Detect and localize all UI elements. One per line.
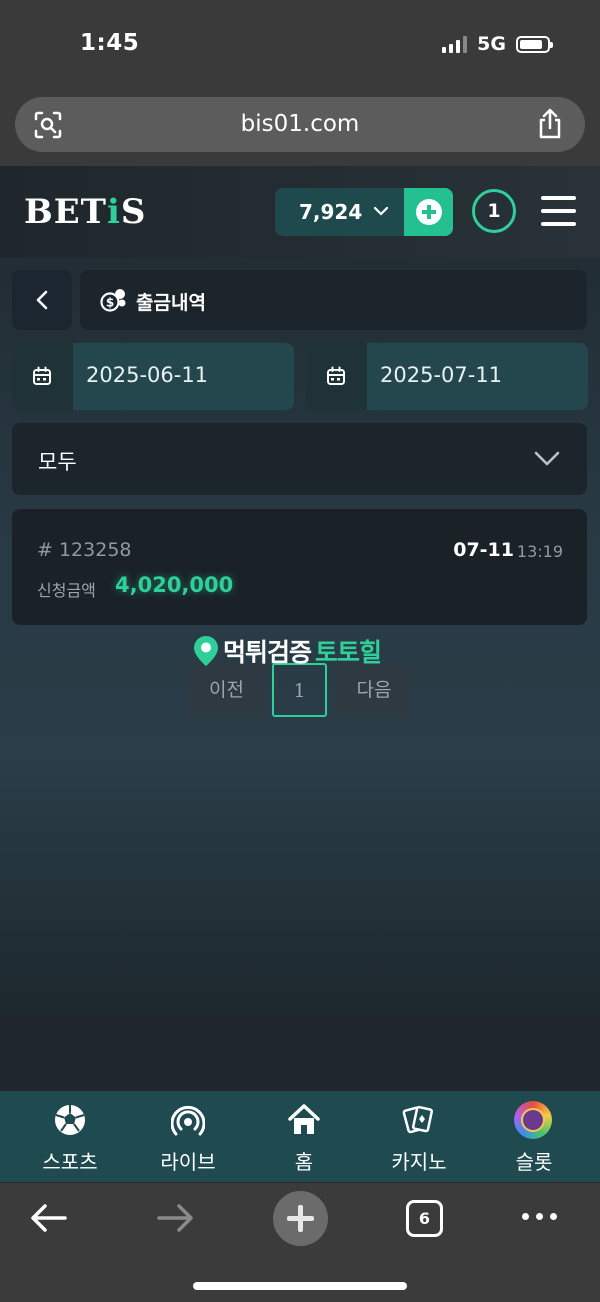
watermark-text: 먹튀검증	[223, 638, 312, 667]
site-header: BETiS 7,924 1	[0, 166, 600, 258]
browser-address-area: bis01.com	[0, 90, 600, 167]
status-icons: 5G	[442, 33, 553, 55]
svg-text:$: $	[106, 296, 114, 310]
back-arrow-icon[interactable]	[30, 1203, 68, 1233]
tabs-button[interactable]: 6	[406, 1200, 443, 1237]
nav-label: 홈	[294, 1150, 314, 1174]
nav-label: 카지노	[391, 1150, 447, 1174]
battery-icon	[516, 35, 553, 53]
calendar-icon	[33, 366, 51, 385]
calendar-button[interactable]	[12, 343, 73, 410]
deposit-button[interactable]	[404, 188, 453, 236]
slot-icon	[514, 1101, 552, 1139]
withdrawal-record[interactable]: # 123258 07-11 13:19 신청금액 4,020,000	[12, 509, 587, 625]
coins-icon: $	[100, 289, 126, 312]
start-date-field[interactable]: 2025-06-11	[12, 343, 294, 410]
amount-label: 신청금액	[37, 581, 96, 600]
nav-item-slots[interactable]: 슬롯	[474, 1091, 594, 1182]
plus-icon	[416, 199, 442, 225]
calendar-button[interactable]	[306, 343, 367, 410]
start-date-value: 2025-06-11	[86, 363, 209, 387]
brand-logo[interactable]: BETiS	[24, 192, 146, 232]
network-label: 5G	[477, 33, 506, 55]
browser-toolbar: 6	[0, 1182, 600, 1302]
status-filter-select[interactable]: 모두	[12, 423, 587, 495]
back-button[interactable]	[12, 270, 72, 330]
home-indicator	[193, 1282, 407, 1290]
chevron-down-icon	[373, 206, 389, 216]
end-date-field[interactable]: 2025-07-11	[306, 343, 588, 410]
page-footer-space	[0, 1018, 600, 1091]
status-time: 1:45	[80, 30, 140, 56]
nav-label: 스포츠	[42, 1150, 98, 1174]
current-page-button[interactable]: 1	[272, 663, 327, 717]
home-icon	[288, 1104, 320, 1134]
more-icon[interactable]	[522, 1213, 557, 1220]
signal-icon	[442, 35, 468, 53]
next-page-button[interactable]: 다음	[336, 663, 412, 717]
cards-icon	[402, 1105, 433, 1134]
nav-label: 라이브	[160, 1150, 216, 1174]
record-id: # 123258	[37, 539, 132, 561]
record-amount: 4,020,000	[115, 573, 234, 597]
nav-item-home[interactable]: 홈	[244, 1091, 364, 1182]
nav-item-casino[interactable]: 카지노	[359, 1091, 479, 1182]
soccer-ball-icon	[55, 1105, 85, 1135]
page-title-bar: $ 출금내역	[80, 270, 587, 330]
nav-item-sports[interactable]: 스포츠	[10, 1091, 130, 1182]
record-date: 07-11	[453, 539, 514, 561]
page-title: 출금내역	[136, 292, 206, 314]
calendar-icon	[327, 366, 345, 385]
watermark: 먹튀검증 토토힐	[193, 633, 382, 669]
hamburger-menu-icon[interactable]	[541, 196, 576, 226]
prev-page-button[interactable]: 이전	[188, 663, 265, 717]
map-pin-icon	[194, 636, 218, 666]
balance-value: 7,924	[299, 200, 363, 224]
chevron-down-icon	[534, 451, 560, 466]
watermark-brand: 토토힐	[315, 638, 382, 667]
chevron-left-icon	[36, 290, 48, 310]
url-text[interactable]: bis01.com	[15, 111, 585, 137]
balance-dropdown[interactable]: 7,924	[275, 188, 453, 236]
filter-selected-value: 모두	[38, 450, 77, 474]
bottom-nav: 스포츠 라이브 홈 카지노 슬롯	[0, 1091, 600, 1182]
forward-arrow-icon[interactable]	[156, 1203, 194, 1233]
nav-item-live[interactable]: 라이브	[128, 1091, 248, 1182]
record-time: 13:19	[516, 542, 563, 561]
nav-label: 슬롯	[515, 1150, 553, 1174]
end-date-value: 2025-07-11	[380, 363, 503, 387]
site-content: BETiS 7,924 1 $ 출금내역 2025-06-11 2025-07-…	[0, 166, 600, 1018]
new-tab-button[interactable]	[273, 1191, 328, 1246]
notification-badge[interactable]: 1	[472, 189, 516, 233]
share-icon[interactable]	[535, 108, 565, 140]
address-bar[interactable]: bis01.com	[15, 97, 585, 152]
broadcast-icon	[171, 1105, 205, 1136]
status-bar: 1:45 5G	[0, 0, 600, 90]
